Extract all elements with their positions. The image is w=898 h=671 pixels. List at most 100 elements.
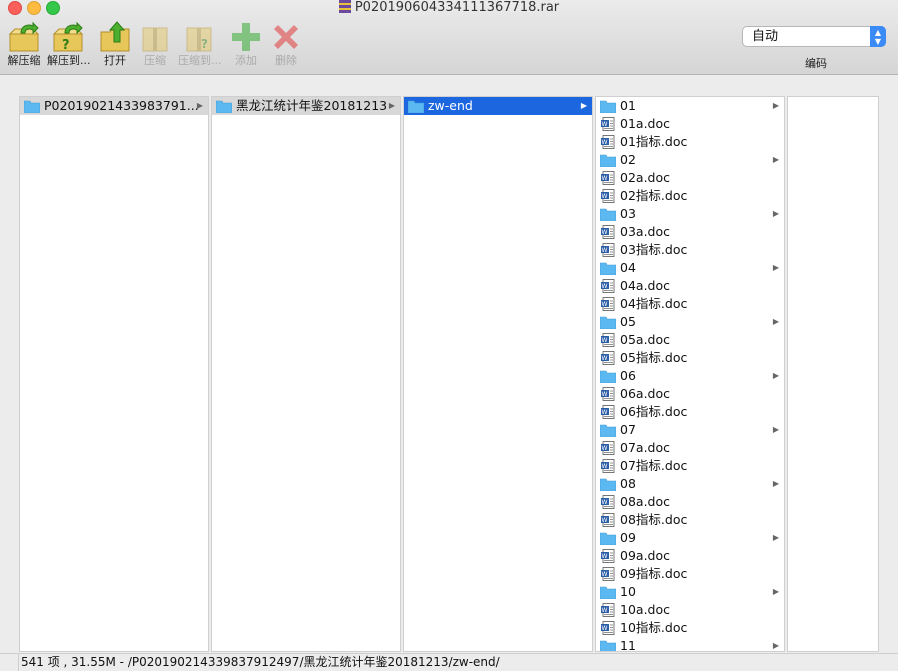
list-item[interactable]: zw-end ▶ [404, 97, 592, 115]
encoding-value: 自动 [752, 29, 779, 44]
list-item-label: 07指标.doc [620, 458, 688, 473]
svg-text:W: W [602, 355, 608, 362]
list-item-label: 06a.doc [620, 386, 670, 401]
list-item[interactable]: W 08a.doc [596, 493, 784, 511]
compress-label: 压缩 [144, 54, 166, 67]
list-item[interactable]: W 02指标.doc [596, 187, 784, 205]
status-bar: 541 项 , 31.55M - /P020190214339837912497… [0, 653, 898, 671]
list-item[interactable]: 06 ▶ [596, 367, 784, 385]
list-item[interactable]: 05 ▶ [596, 313, 784, 331]
svg-text:W: W [602, 229, 608, 236]
list-item[interactable]: 09 ▶ [596, 529, 784, 547]
list-item-label: 06 [620, 368, 636, 383]
delete-x-icon [274, 25, 298, 49]
list-item[interactable]: W 03a.doc [596, 223, 784, 241]
list-item[interactable]: W 07指标.doc [596, 457, 784, 475]
list-item[interactable]: W 05a.doc [596, 331, 784, 349]
add-label: 添加 [235, 54, 257, 67]
chevron-right-icon: ▶ [772, 209, 779, 218]
folder-icon [600, 262, 616, 275]
list-item[interactable]: 07 ▶ [596, 421, 784, 439]
status-divider [0, 654, 19, 671]
list-item[interactable]: W 09指标.doc [596, 565, 784, 583]
list-item[interactable]: W 09a.doc [596, 547, 784, 565]
folder-icon [600, 424, 616, 437]
chevron-right-icon: ▶ [388, 101, 395, 110]
doc-icon: W [601, 117, 615, 131]
extract-to-label: 解压到... [47, 54, 91, 67]
svg-text:W: W [602, 607, 608, 614]
list-item[interactable]: 黑龙江统计年鉴20181213 ▶ [212, 97, 400, 115]
encoding-select[interactable]: 自动 ▲ ▼ [742, 26, 886, 47]
list-item[interactable]: 11 ▶ [596, 637, 784, 651]
encoding-label: 编码 [805, 57, 827, 70]
add-button[interactable]: 添加 [225, 20, 267, 67]
column-4[interactable]: 01 ▶ W 01a.doc W 01指标.doc 02 ▶ W 02a.doc W 02指标.doc… [595, 96, 785, 652]
chevron-right-icon: ▶ [772, 479, 779, 488]
list-item[interactable]: 02 ▶ [596, 151, 784, 169]
list-item-label: zw-end [428, 98, 473, 113]
extract-to-button[interactable]: ? 解压到... [47, 20, 91, 67]
column-2[interactable]: 黑龙江统计年鉴20181213 ▶ [211, 96, 401, 652]
list-item-label: 05 [620, 314, 636, 329]
status-text: 541 项 , 31.55M - /P020190214339837912497… [21, 655, 500, 669]
list-item[interactable]: W 08指标.doc [596, 511, 784, 529]
list-item[interactable]: W 06a.doc [596, 385, 784, 403]
list-item[interactable]: W 04a.doc [596, 277, 784, 295]
svg-text:W: W [602, 571, 608, 578]
plus-icon [232, 23, 260, 51]
list-item-label: 07a.doc [620, 440, 670, 455]
column-5[interactable] [787, 96, 879, 652]
compress-to-button[interactable]: ? 压缩到... [178, 20, 222, 67]
list-item[interactable]: W 07a.doc [596, 439, 784, 457]
list-item[interactable]: W 01指标.doc [596, 133, 784, 151]
list-item[interactable]: W 04指标.doc [596, 295, 784, 313]
svg-text:W: W [602, 409, 608, 416]
folder-icon [600, 478, 616, 491]
svg-text:?: ? [201, 37, 208, 51]
svg-text:W: W [602, 283, 608, 290]
compress-to-box-icon: ? [186, 27, 212, 52]
doc-icon: W [601, 351, 615, 365]
list-item-label: 01指标.doc [620, 134, 688, 149]
list-item[interactable]: 08 ▶ [596, 475, 784, 493]
delete-label: 删除 [275, 54, 297, 67]
list-item[interactable]: W 03指标.doc [596, 241, 784, 259]
doc-icon: W [601, 549, 615, 563]
list-item[interactable]: 01 ▶ [596, 97, 784, 115]
list-item[interactable]: 10 ▶ [596, 583, 784, 601]
folder-icon [408, 100, 424, 113]
extract-button[interactable]: 解压缩 [3, 20, 45, 67]
list-item[interactable]: W 01a.doc [596, 115, 784, 133]
chevron-right-icon: ▶ [772, 263, 779, 272]
open-label: 打开 [104, 54, 126, 67]
chevron-right-icon: ▶ [772, 371, 779, 380]
doc-icon: W [601, 567, 615, 581]
extract-label: 解压缩 [7, 54, 41, 67]
list-item-label: 05a.doc [620, 332, 670, 347]
folder-icon [600, 640, 616, 651]
column-1[interactable]: P02019021433983791... ▶ [19, 96, 209, 652]
folder-icon [600, 208, 616, 221]
list-item[interactable]: 04 ▶ [596, 259, 784, 277]
list-item[interactable]: W 06指标.doc [596, 403, 784, 421]
doc-icon: W [601, 171, 615, 185]
list-item[interactable]: W 02a.doc [596, 169, 784, 187]
column-browser: P02019021433983791... ▶ 黑龙江统计年鉴20181213 … [0, 75, 898, 653]
open-button[interactable]: 打开 [94, 20, 136, 67]
column-3[interactable]: zw-end ▶ [403, 96, 593, 652]
compress-button[interactable]: 压缩 [134, 20, 176, 67]
list-item[interactable]: P02019021433983791... ▶ [20, 97, 208, 115]
list-item[interactable]: W 10指标.doc [596, 619, 784, 637]
list-item[interactable]: W 10a.doc [596, 601, 784, 619]
svg-text:W: W [602, 517, 608, 524]
svg-text:W: W [602, 499, 608, 506]
folder-icon [600, 316, 616, 329]
list-item-label: 04 [620, 260, 636, 275]
delete-button[interactable]: 删除 [265, 20, 307, 67]
list-item[interactable]: W 05指标.doc [596, 349, 784, 367]
list-item[interactable]: 03 ▶ [596, 205, 784, 223]
list-item-label: 04a.doc [620, 278, 670, 293]
rar-archive-icon [338, 0, 351, 13]
compress-box-icon [142, 27, 168, 52]
